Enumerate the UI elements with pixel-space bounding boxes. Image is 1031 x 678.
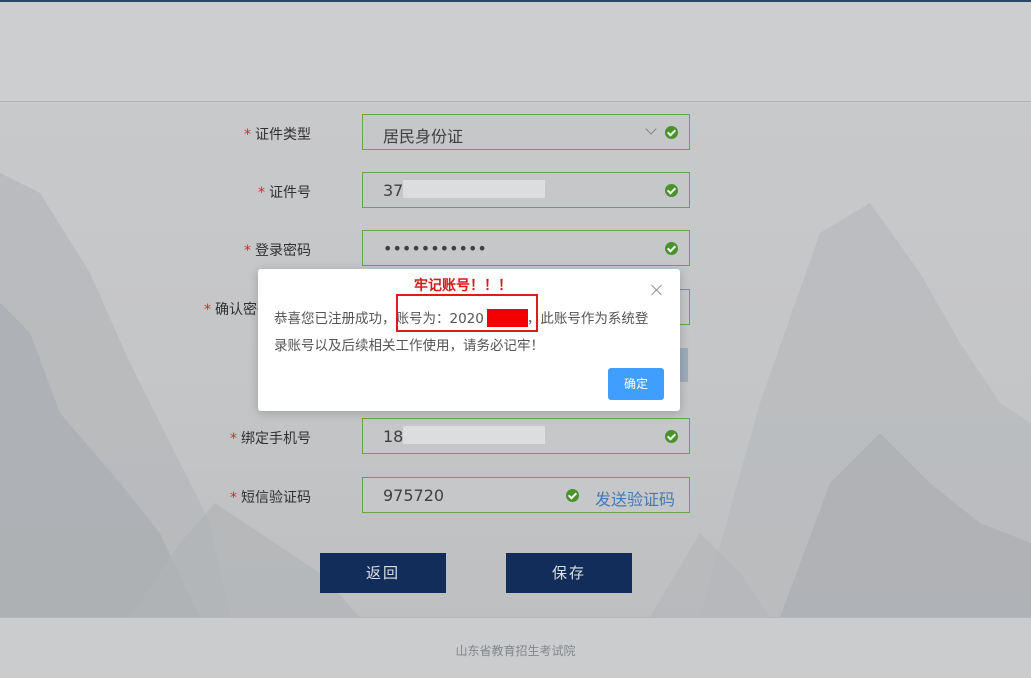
account-redaction-block — [487, 309, 528, 327]
registration-success-dialog: 牢记账号！！！ 恭喜您已注册成功，账号为：2020 ，此账号作为系统登 录账号以及… — [258, 269, 680, 411]
dialog-message-line2: 录账号以及后续相关工作使用，请务必记牢！ — [274, 338, 544, 354]
confirm-button[interactable]: 确定 — [608, 368, 664, 400]
dialog-title: 牢记账号！！！ — [414, 278, 512, 294]
close-icon[interactable] — [650, 283, 664, 297]
